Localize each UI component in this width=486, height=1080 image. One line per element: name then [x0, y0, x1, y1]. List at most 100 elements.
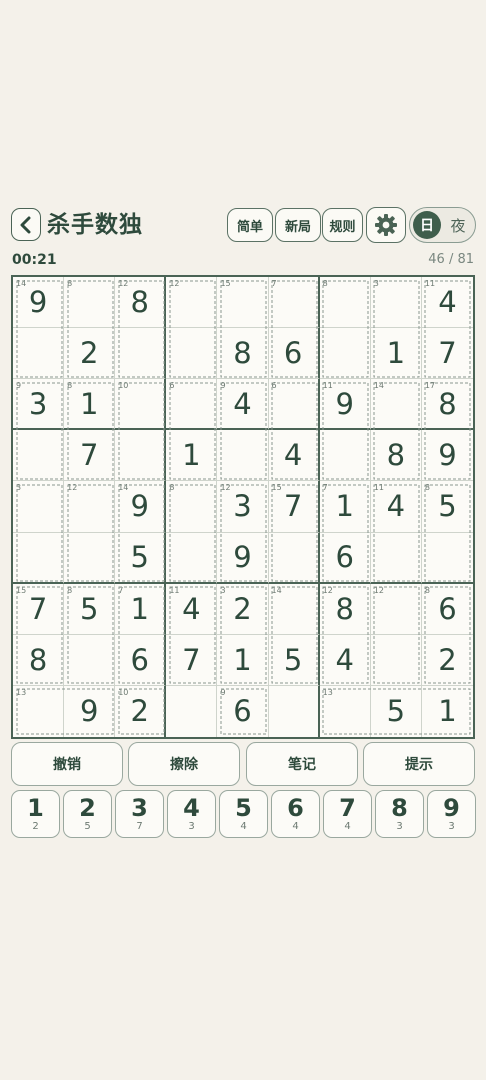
board-cell[interactable]: 8 — [217, 328, 269, 380]
board-cell[interactable]: 8 12 — [319, 583, 371, 635]
board-cell[interactable] — [64, 634, 116, 686]
board-cell[interactable] — [166, 532, 218, 584]
board-cell[interactable]: 6 — [115, 634, 167, 686]
board-cell[interactable]: 4 11 — [370, 481, 422, 533]
board-cell[interactable] — [370, 634, 422, 686]
board-cell[interactable]: 1 — [166, 430, 218, 482]
board-cell[interactable]: 3 12 — [217, 481, 269, 533]
board-cell[interactable] — [268, 532, 320, 584]
back-button[interactable] — [11, 208, 41, 241]
board-cell[interactable] — [64, 532, 116, 584]
board-cell[interactable]: 23 — [217, 583, 269, 635]
board-cell[interactable]: 7 15 — [268, 481, 320, 533]
board-cell[interactable] — [166, 328, 218, 380]
board-cell[interactable]: 4 11 — [166, 583, 218, 635]
settings-button[interactable] — [366, 207, 406, 243]
board-cell[interactable]: 14 — [370, 379, 422, 431]
board-cell[interactable]: 8 — [13, 634, 65, 686]
erase-button[interactable]: 擦除 — [128, 742, 240, 786]
board-cell[interactable]: 2 10 — [115, 685, 167, 737]
board-cell[interactable] — [13, 328, 65, 380]
board-cell[interactable]: 5 — [115, 532, 167, 584]
board-cell[interactable]: 7 — [64, 430, 116, 482]
number-key-3[interactable]: 37 — [115, 790, 164, 838]
board-cell[interactable]: 1 — [217, 634, 269, 686]
board-cell[interactable] — [319, 328, 371, 380]
rules-button[interactable]: 规则 — [322, 208, 363, 242]
board-cell[interactable]: 18 — [64, 379, 116, 431]
board-cell[interactable] — [115, 430, 167, 482]
board-cell[interactable]: 39 — [13, 379, 65, 431]
board-cell[interactable] — [319, 430, 371, 482]
board-cell[interactable]: 13 — [320, 685, 371, 737]
board-cell[interactable]: 9 — [64, 685, 116, 737]
board-cell[interactable]: 8 — [166, 481, 218, 533]
board-cell[interactable]: 13 — [13, 685, 65, 737]
board-cell[interactable]: 9 11 — [319, 379, 371, 431]
board-cell[interactable] — [269, 685, 320, 737]
board-cell[interactable] — [115, 328, 167, 380]
number-key-2[interactable]: 25 — [63, 790, 112, 838]
notes-button[interactable]: 笔记 — [246, 742, 358, 786]
number-key-4[interactable]: 43 — [167, 790, 216, 838]
board-cell[interactable]: 6 — [319, 532, 371, 584]
board-cell[interactable]: 7 — [166, 634, 218, 686]
board-cell[interactable] — [166, 685, 218, 737]
board-cell[interactable]: 69 — [217, 685, 269, 737]
board-cell[interactable] — [217, 430, 269, 482]
board-cell[interactable]: 7 — [268, 277, 320, 329]
board-cell[interactable]: 5 — [371, 685, 422, 737]
board-cell[interactable]: 58 — [421, 481, 473, 533]
number-key-7[interactable]: 74 — [323, 790, 372, 838]
day-mode-option[interactable]: 日 — [413, 211, 441, 239]
board-cell[interactable]: 8 12 — [115, 277, 167, 329]
number-key-8[interactable]: 83 — [375, 790, 424, 838]
board-cell[interactable]: 6 — [268, 379, 320, 431]
board-cell[interactable]: 4 11 — [421, 277, 473, 329]
board-cell[interactable]: 8 — [319, 277, 371, 329]
hint-button[interactable]: 提示 — [363, 742, 475, 786]
board-cell[interactable]: 7 15 — [13, 583, 65, 635]
undo-button[interactable]: 撤销 — [11, 742, 123, 786]
board-cell[interactable]: 4 — [319, 634, 371, 686]
board-cell[interactable] — [421, 533, 473, 584]
board-cell[interactable]: 3 — [370, 277, 422, 329]
board-cell[interactable]: 1 — [370, 328, 422, 380]
difficulty-button[interactable]: 简单 — [227, 208, 273, 242]
board-cell[interactable]: 9 — [217, 532, 269, 584]
number-key-9[interactable]: 93 — [427, 790, 476, 838]
board-cell[interactable]: 6 — [166, 379, 218, 431]
board-cell[interactable]: 12 — [166, 277, 218, 329]
board-cell[interactable] — [370, 532, 422, 584]
board-cell[interactable]: 3 — [13, 481, 65, 533]
number-key-5[interactable]: 54 — [219, 790, 268, 838]
board-cell[interactable]: 9 14 — [115, 481, 167, 533]
board-cell[interactable]: 2 — [421, 635, 473, 686]
board-cell[interactable]: 6 — [268, 328, 320, 380]
board-cell[interactable]: 15 — [217, 277, 269, 329]
board-cell[interactable] — [13, 430, 65, 482]
board-cell[interactable]: 14 — [268, 583, 320, 635]
board-cell[interactable]: 7 — [421, 328, 473, 380]
night-mode-option[interactable]: 夜 — [446, 211, 470, 239]
board-cell[interactable]: 58 — [64, 583, 116, 635]
board-cell[interactable]: 2 — [64, 328, 116, 380]
board-cell[interactable]: 8 17 — [421, 379, 473, 431]
number-key-1[interactable]: 12 — [11, 790, 60, 838]
board-cell[interactable] — [13, 532, 65, 584]
board-cell[interactable]: 10 — [115, 379, 167, 431]
board-cell[interactable]: 5 — [268, 634, 320, 686]
board-cell[interactable]: 9 — [421, 430, 473, 482]
theme-toggle[interactable]: 日 夜 — [409, 207, 476, 243]
board-cell[interactable]: 12 — [64, 481, 116, 533]
board-cell[interactable]: 8 — [64, 277, 116, 329]
board-cell[interactable]: 68 — [421, 584, 473, 635]
board-cell[interactable]: 4 — [268, 430, 320, 482]
board-cell[interactable]: 49 — [217, 379, 269, 431]
board-cell[interactable]: 9 14 — [13, 277, 65, 329]
board-cell[interactable]: 17 — [115, 583, 167, 635]
board-cell[interactable]: 8 — [370, 430, 422, 482]
number-key-6[interactable]: 64 — [271, 790, 320, 838]
board-cell[interactable]: 12 — [370, 583, 422, 635]
new-game-button[interactable]: 新局 — [275, 208, 321, 242]
